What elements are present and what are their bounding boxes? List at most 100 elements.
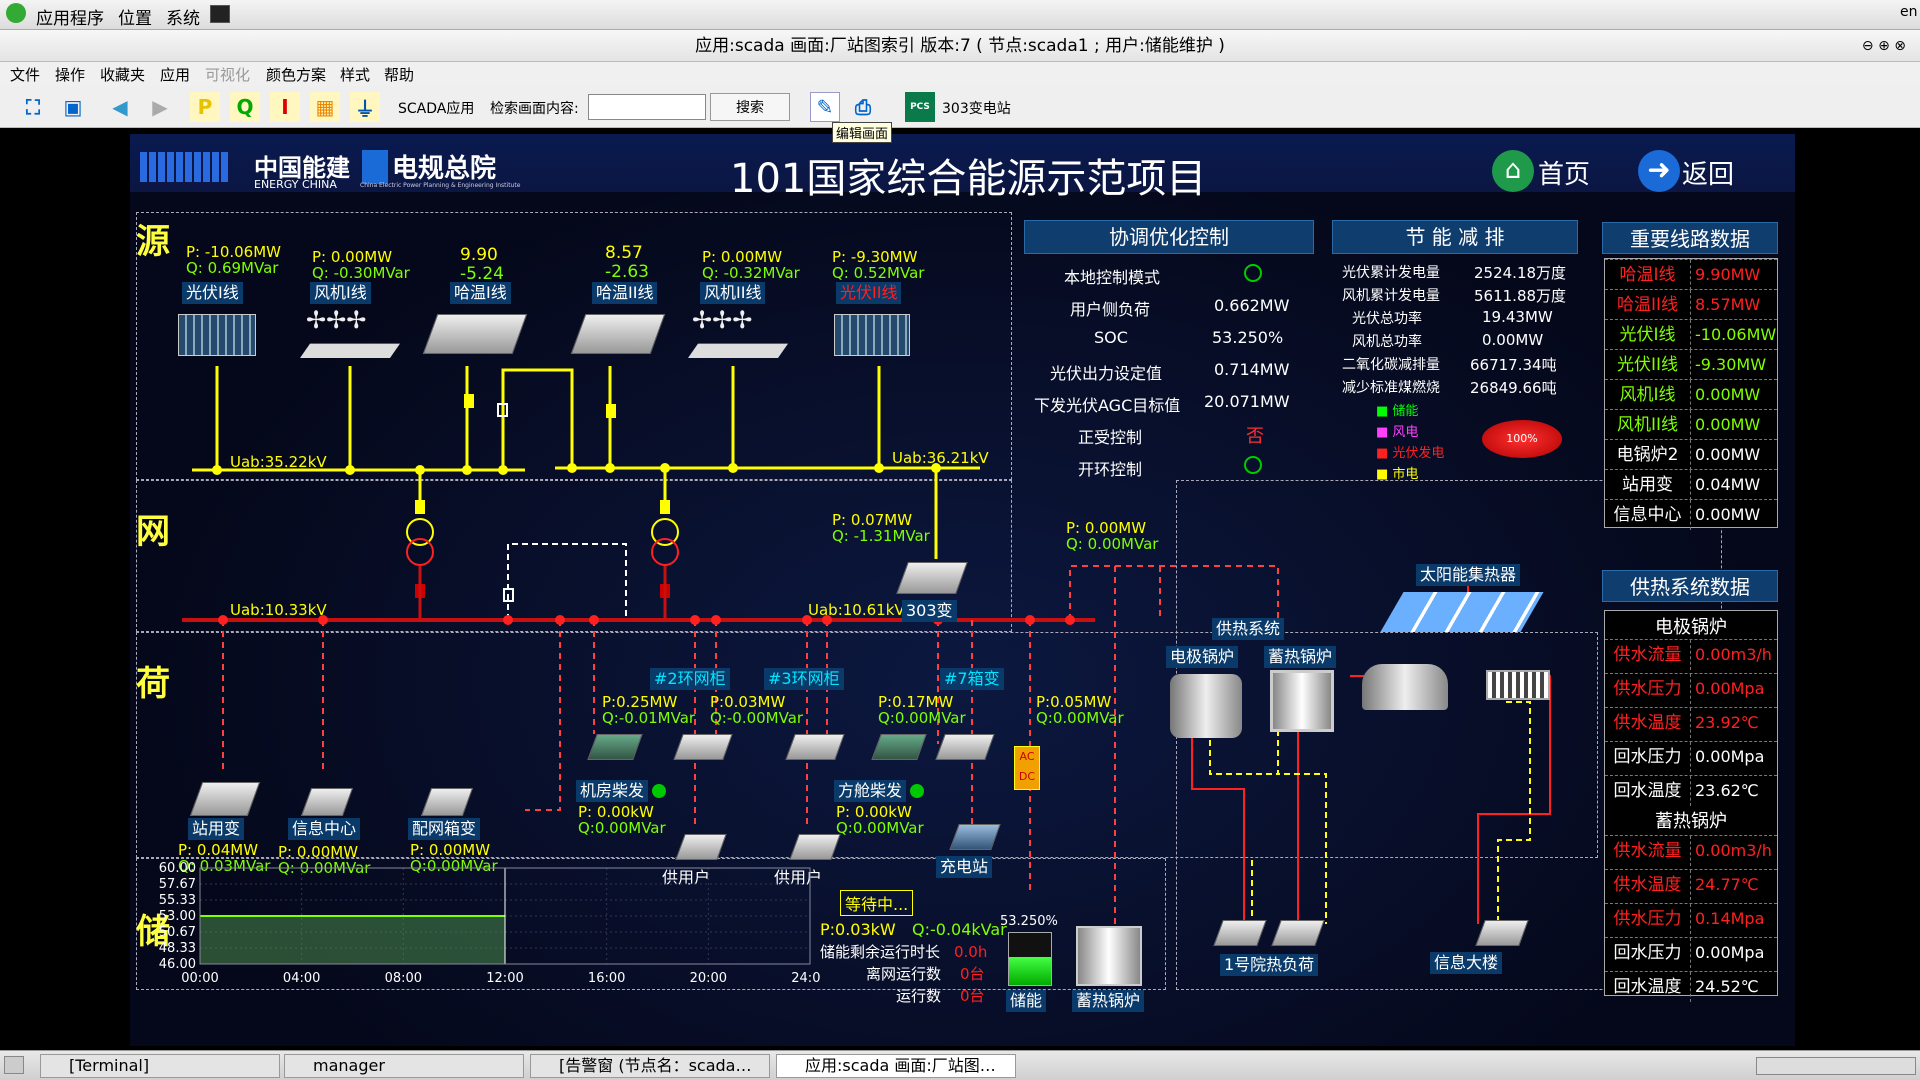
heat-row[interactable]: 供水流量 0.00m3/h — [1605, 835, 1777, 866]
forward-icon[interactable]: ▶ — [145, 92, 175, 122]
wind1-label[interactable]: 风机I线 — [310, 282, 371, 304]
scada-app-select[interactable]: SCADA应用 — [398, 98, 474, 118]
menu-color-scheme[interactable]: 颜色方案 — [266, 64, 326, 85]
menu-system[interactable]: 系统 — [166, 4, 200, 29]
genset1-icon[interactable] — [587, 734, 643, 760]
bus-303-label[interactable]: 303变 — [902, 600, 957, 622]
pv1-label[interactable]: 光伏I线 — [182, 282, 243, 304]
ring2-label[interactable]: #2环网柜 — [650, 668, 730, 690]
load1-label[interactable]: 1号院热负荷 — [1220, 954, 1319, 976]
genset2-icon[interactable] — [871, 734, 927, 760]
box7-label[interactable]: #7箱变 — [940, 668, 1004, 690]
line-row[interactable]: 光伏I线 -10.06MW — [1605, 319, 1777, 350]
elec-boiler-label[interactable]: 电极锅炉 — [1166, 646, 1239, 668]
heat-row[interactable]: 回水温度 24.52℃ — [1605, 971, 1777, 1002]
print-icon[interactable]: ⎙ — [848, 92, 878, 122]
line-row[interactable]: 信息中心 0.00MW — [1605, 499, 1777, 530]
heat-row[interactable]: 供水流量 0.00m3/h — [1605, 639, 1777, 670]
menu-style[interactable]: 样式 — [340, 64, 370, 85]
menu-apps[interactable]: 应用程序 — [36, 4, 104, 29]
ac-dc-converter-icon[interactable]: AC DC — [1014, 746, 1040, 790]
elec-boiler-icon[interactable] — [1170, 674, 1242, 738]
heat-store-label[interactable]: 蓄热锅炉 — [1072, 990, 1145, 1012]
search-input[interactable] — [588, 94, 706, 120]
task-terminal[interactable]: [Terminal] — [40, 1054, 280, 1078]
line-row[interactable]: 光伏II线 -9.30MW — [1605, 349, 1777, 380]
station-transformer-label[interactable]: 站用变 — [188, 818, 245, 840]
heat-store-tank-icon[interactable] — [1076, 926, 1142, 986]
open-loop-indicator[interactable] — [1244, 456, 1262, 474]
line-row[interactable]: 风机II线 0.00MW — [1605, 409, 1777, 440]
info-building-label[interactable]: 信息大楼 — [1430, 952, 1503, 974]
ha2-label[interactable]: 哈温II线 — [592, 282, 658, 304]
line-row[interactable]: 电锅炉2 0.00MW — [1605, 439, 1777, 470]
battery-label[interactable]: 储能 — [1006, 990, 1047, 1012]
box7-icon[interactable] — [935, 734, 995, 760]
terminal-icon[interactable] — [210, 5, 230, 23]
dist-box-label[interactable]: 配网箱变 — [408, 818, 481, 840]
menu-operate[interactable]: 操作 — [55, 64, 85, 85]
search-button[interactable]: 搜索 — [710, 93, 790, 121]
heat-tank-icon[interactable] — [1362, 664, 1448, 710]
heat-row[interactable]: 供水压力 0.00Mpa — [1605, 673, 1777, 704]
fit-icon[interactable]: ▣ — [58, 92, 88, 122]
store-boiler-label[interactable]: 蓄热锅炉 — [1264, 646, 1337, 668]
store-boiler-icon[interactable] — [1270, 670, 1334, 732]
heat-row[interactable]: 供水压力 0.14Mpa — [1605, 903, 1777, 934]
heat-row[interactable]: 供水温度 24.77℃ — [1605, 869, 1777, 900]
wind2-label[interactable]: 风机II线 — [700, 282, 766, 304]
pv2-label[interactable]: 光伏II线 — [836, 282, 902, 304]
ha1-label[interactable]: 哈温I线 — [450, 282, 511, 304]
genset2-label[interactable]: 方舱柴发 — [834, 780, 907, 802]
solar-collector-icon[interactable] — [1380, 592, 1544, 632]
solar-collector-label[interactable]: 太阳能集热器 — [1416, 564, 1521, 586]
menu-visual[interactable]: 可视化 — [205, 64, 250, 85]
substation-icon[interactable] — [422, 314, 528, 354]
heat-row[interactable]: 回水压力 0.00Mpa — [1605, 937, 1777, 968]
local-mode-indicator[interactable] — [1244, 264, 1262, 282]
apps-icon[interactable] — [6, 3, 26, 23]
ring3-icon[interactable] — [785, 734, 845, 760]
battery-icon[interactable] — [1008, 932, 1052, 986]
heat-row[interactable]: 供水温度 23.92℃ — [1605, 707, 1777, 738]
heat-row[interactable]: 回水压力 0.00Mpa — [1605, 741, 1777, 772]
line-row[interactable]: 站用变 0.04MW — [1605, 469, 1777, 500]
lang-indicator[interactable]: en — [1900, 4, 1918, 20]
line-row[interactable]: 风机I线 0.00MW — [1605, 379, 1777, 410]
task-alarm[interactable]: [告警窗 (节点名：scada… — [530, 1054, 770, 1078]
solar-panel2-icon[interactable] — [834, 314, 910, 356]
pcs-icon[interactable]: PCS — [905, 92, 935, 122]
q-icon[interactable]: Q — [230, 92, 260, 122]
edit-screen-icon[interactable]: ✎ — [810, 92, 840, 122]
line-row[interactable]: 哈温II线 8.57MW — [1605, 289, 1777, 320]
substation-303-icon[interactable] — [896, 562, 968, 594]
ring3-label[interactable]: #3环网柜 — [764, 668, 844, 690]
charge-station-label[interactable]: 充电站 — [936, 856, 993, 878]
heat-exchanger-icon[interactable] — [1486, 670, 1550, 700]
workspace-switcher[interactable] — [1756, 1057, 1916, 1075]
substation2-icon[interactable] — [570, 314, 666, 354]
controlled-indicator[interactable]: 否 — [1246, 422, 1264, 448]
ring2-icon[interactable] — [673, 734, 733, 760]
grid-icon[interactable]: ▦ — [310, 92, 340, 122]
line-row[interactable]: 哈温I线 9.90MW — [1605, 259, 1777, 290]
fullscreen-icon[interactable]: ⛶ — [18, 92, 48, 122]
i-icon[interactable]: I — [270, 92, 300, 122]
heat-row[interactable]: 回水温度 23.62℃ — [1605, 775, 1777, 806]
menu-file[interactable]: 文件 — [10, 64, 40, 85]
info-center-label[interactable]: 信息中心 — [288, 818, 361, 840]
window-controls[interactable]: ⊖ ⊕ ⊗ — [1846, 36, 1906, 56]
menu-favorites[interactable]: 收藏夹 — [100, 64, 145, 85]
task-scada[interactable]: 应用:scada 画面:厂站图… — [776, 1054, 1016, 1078]
menu-app[interactable]: 应用 — [160, 64, 190, 85]
p-icon[interactable]: P — [190, 92, 220, 122]
task-manager[interactable]: manager — [284, 1054, 524, 1078]
menu-places[interactable]: 位置 — [118, 4, 152, 29]
ground-icon[interactable]: ⏚ — [350, 92, 380, 122]
menu-help[interactable]: 帮助 — [384, 64, 414, 85]
back-icon[interactable]: ◀ — [105, 92, 135, 122]
show-desktop-icon[interactable] — [4, 1056, 24, 1074]
solar-panel-icon[interactable] — [178, 314, 256, 356]
genset1-label[interactable]: 机房柴发 — [576, 780, 649, 802]
station-link[interactable]: 303变电站 — [942, 98, 1011, 118]
